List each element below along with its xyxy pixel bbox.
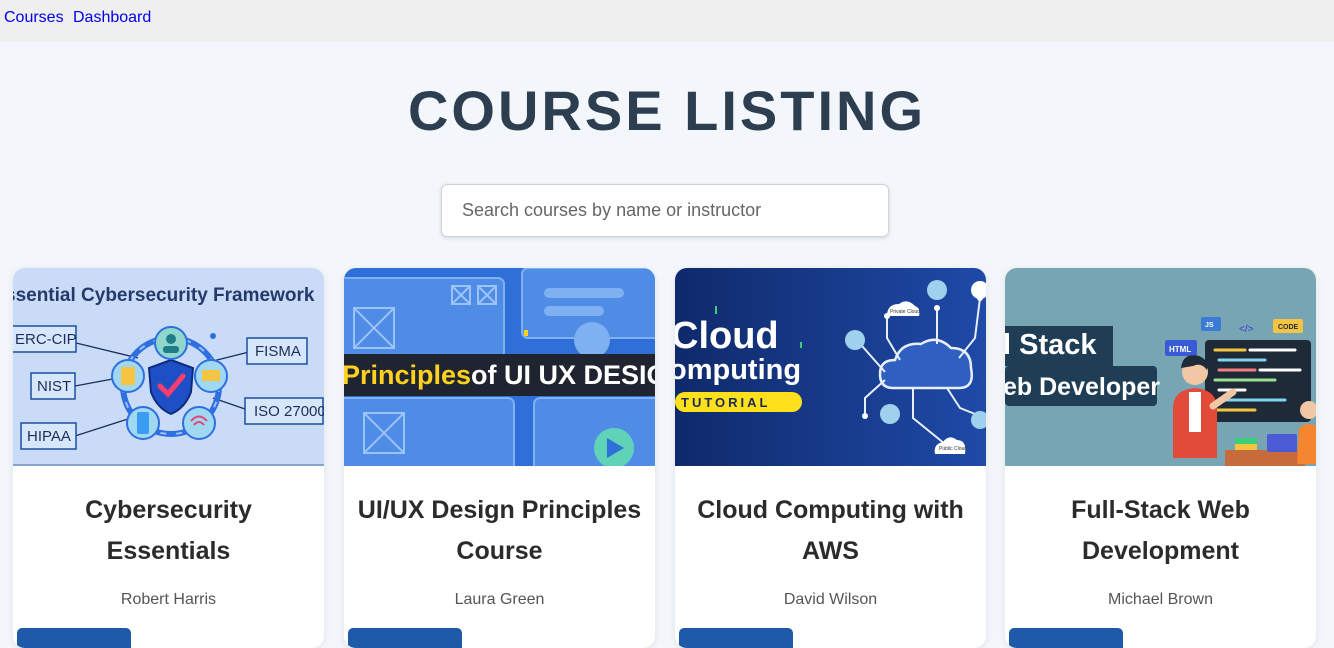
course-title: Full-Stack Web Development xyxy=(1071,496,1250,565)
thumb-line2: omputing xyxy=(675,354,801,386)
badge-code-tag: </> xyxy=(1239,324,1254,335)
thumb-line2: eb Developer xyxy=(1005,373,1160,401)
course-instructor: Robert Harris xyxy=(120,591,217,608)
top-nav: Courses Dashboard xyxy=(0,0,1334,42)
page-title: COURSE LISTING xyxy=(407,79,927,142)
course-instructor: Michael Brown xyxy=(1108,591,1213,608)
search-input[interactable] xyxy=(441,184,889,237)
view-course-button[interactable] xyxy=(348,628,462,648)
course-instructor: David Wilson xyxy=(783,591,878,608)
svg-text:NIST: NIST xyxy=(37,378,71,395)
svg-text:FISMA: FISMA xyxy=(255,343,301,360)
course-title: Cloud Computing with AWS xyxy=(697,496,964,565)
nav-link-dashboard[interactable]: Dashboard xyxy=(73,9,151,27)
badge-code: CODE xyxy=(1278,324,1299,331)
course-thumbnail: ssential Cybersecurity Framework ERC-CIP… xyxy=(13,268,324,466)
course-title: Cybersecurity Essentials xyxy=(85,496,252,565)
course-card[interactable]: Cloud omputing TUTORIAL Private Cloud Pu… xyxy=(675,268,986,648)
thumb-banner-b: of UI UX DESIG xyxy=(471,360,655,390)
course-title: UI/UX Design Principles Course xyxy=(357,496,642,565)
course-thumbnail: Principles of UI UX DESIG xyxy=(344,268,655,466)
thumb-heading: ssential Cybersecurity Framework xyxy=(13,285,315,306)
thumb-tag: TUTORIAL xyxy=(681,395,770,410)
view-course-button[interactable] xyxy=(17,628,131,648)
thumb-banner-a: Principles xyxy=(344,360,471,390)
course-instructor: Laura Green xyxy=(454,591,545,608)
course-thumbnail: Cloud omputing TUTORIAL Private Cloud Pu… xyxy=(675,268,986,466)
view-course-button[interactable] xyxy=(679,628,793,648)
thumb-line1: Cloud xyxy=(675,315,779,357)
view-course-button[interactable] xyxy=(1009,628,1123,648)
badge-js: JS xyxy=(1205,322,1214,329)
thumb-line1: l Stack xyxy=(1005,329,1097,361)
course-card[interactable]: Principles of UI UX DESIG UI/UX Design P… xyxy=(344,268,655,648)
public-cloud-label: Public Cloud xyxy=(939,446,967,452)
course-card[interactable]: ssential Cybersecurity Framework ERC-CIP… xyxy=(13,268,324,648)
course-card[interactable]: l Stack eb Developer JS </> CODE HTML Fu… xyxy=(1005,268,1316,648)
course-thumbnail: l Stack eb Developer JS </> CODE HTML xyxy=(1005,268,1316,466)
private-cloud-label: Private Cloud xyxy=(890,309,920,315)
badge-html: HTML xyxy=(1169,345,1191,354)
svg-text:ERC-CIP: ERC-CIP xyxy=(15,331,77,348)
svg-text:ISO 27000: ISO 27000 xyxy=(254,403,324,420)
nav-link-courses[interactable]: Courses xyxy=(4,9,64,27)
svg-text:HIPAA: HIPAA xyxy=(27,428,71,445)
